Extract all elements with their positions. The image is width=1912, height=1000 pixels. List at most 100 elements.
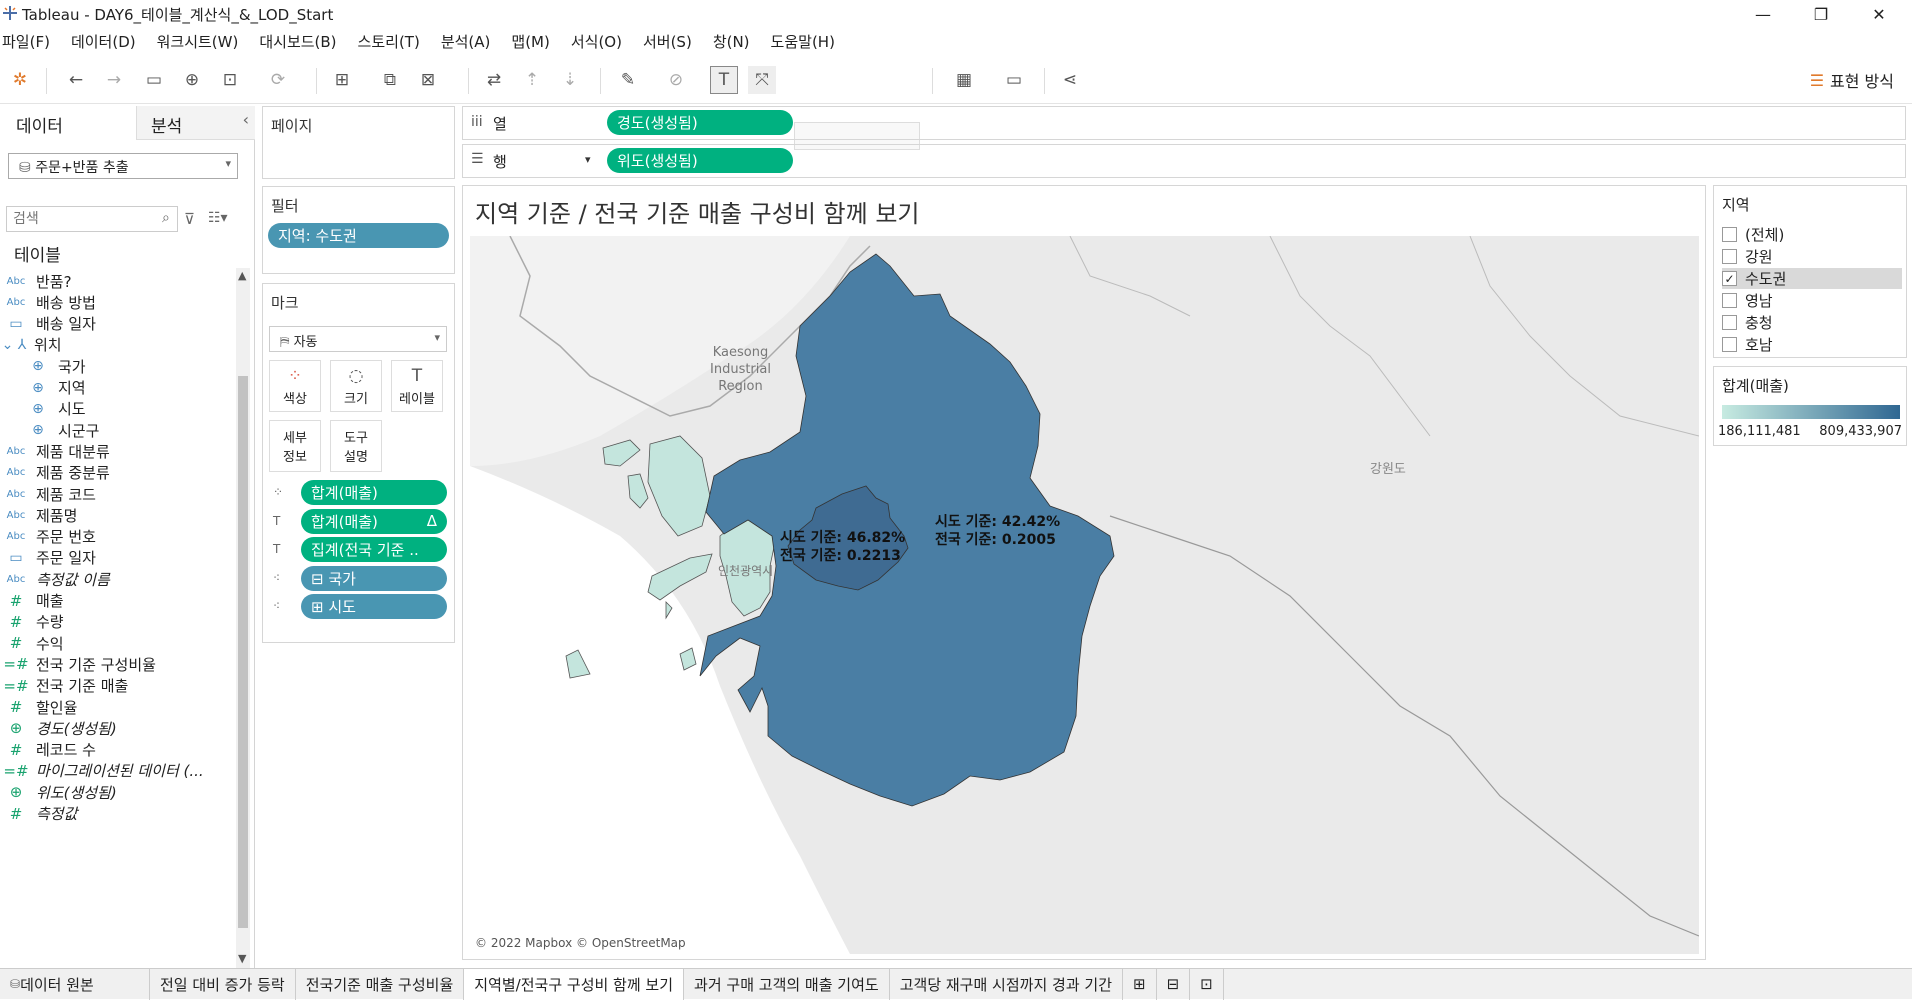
region-filter-item[interactable]: 강원 <box>1722 246 1902 267</box>
region-filter-item[interactable]: 충청 <box>1722 312 1902 333</box>
marks-label-button[interactable]: T 레이블 <box>391 360 443 412</box>
redo-icon[interactable]: → <box>100 66 128 94</box>
menu-item-10[interactable]: 도움말(H) <box>759 31 844 52</box>
menu-item-2[interactable]: 워크시트(W) <box>145 31 248 52</box>
rows-shelf[interactable]: ☰ 행 ▾ 위도(생성됨) <box>462 144 1906 178</box>
pause-update-icon[interactable]: ⊡ <box>216 66 244 94</box>
view-options-icon[interactable]: ☷▾ <box>208 210 228 226</box>
checkbox-unchecked[interactable] <box>1722 227 1737 242</box>
marks-color-button[interactable]: ⁘ 색상 <box>269 360 321 412</box>
filters-card[interactable]: 필터 지역: 수도권 <box>262 186 455 274</box>
scroll-down-icon[interactable]: ▼ <box>238 952 246 965</box>
filter-pill-region[interactable]: 지역: 수도권 <box>268 223 449 248</box>
rows-pill-latitude[interactable]: 위도(생성됨) <box>607 148 793 173</box>
marks-detail-button[interactable]: 세부 정보 <box>269 420 321 472</box>
duplicate-sheet-icon[interactable]: ⧉ <box>376 66 404 94</box>
new-datasource-icon[interactable]: ⊕ <box>178 66 206 94</box>
sales-legend-title: 합계(매출) <box>1722 377 1789 395</box>
region-filter-item[interactable]: 영남 <box>1722 290 1902 311</box>
mark-pill[interactable]: 합계(매출) <box>301 480 447 505</box>
close-button[interactable]: ✕ <box>1856 0 1902 28</box>
menu-item-9[interactable]: 창(N) <box>701 31 759 52</box>
menu-item-5[interactable]: 분석(A) <box>429 31 500 52</box>
marks-size-button[interactable]: ◌ 크기 <box>330 360 382 412</box>
map-view[interactable]: Kaesong Industrial Region 강원도 인천광역시 시도 기… <box>470 236 1699 954</box>
sales-legend-max: 809,433,907 <box>1819 424 1902 439</box>
new-sheet-icon[interactable]: ⊞ <box>328 66 356 94</box>
menu-item-8[interactable]: 서버(S) <box>631 31 701 52</box>
sheet-tab[interactable]: 과거 구매 고객의 매출 기여도 <box>684 968 890 1000</box>
detail-icon: ⁖ <box>273 570 281 585</box>
refresh-icon[interactable]: ⟳ <box>264 66 292 94</box>
undo-icon[interactable]: ← <box>62 66 90 94</box>
checkbox-unchecked[interactable] <box>1722 249 1737 264</box>
fix-axes-icon[interactable]: ⤧ <box>748 66 776 94</box>
region-filter-item[interactable]: ✓ 수도권 <box>1722 268 1902 289</box>
minimize-button[interactable]: — <box>1740 0 1786 28</box>
tab-analysis-label: 분석 <box>151 117 183 137</box>
highlight-icon[interactable]: ✎ <box>614 66 642 94</box>
mark-pill[interactable]: 합계(매출) Δ <box>301 508 447 534</box>
sales-color-legend: 합계(매출) 186,111,481 809,433,907 <box>1713 366 1907 446</box>
filter-icon[interactable]: ⊽ <box>184 210 195 228</box>
mark-type-label: 자동 <box>293 335 318 350</box>
presentation-icon[interactable]: ▭ <box>1000 66 1028 94</box>
swap-icon[interactable]: ⇄ <box>480 66 508 94</box>
region-filter-item[interactable]: (전체) <box>1722 224 1902 245</box>
mark-type-dropdown[interactable]: ⛿ 자동 ▾ <box>269 326 447 352</box>
collapse-pane-icon[interactable]: ‹ <box>243 110 249 129</box>
scrollbar-thumb[interactable] <box>238 376 248 928</box>
sheet-tab[interactable]: 고객당 재구매 시점까지 경과 기간 <box>890 968 1123 1000</box>
tab-analysis[interactable]: 분석 ‹ <box>136 106 255 140</box>
map-attribution[interactable]: © 2022 Mapbox © OpenStreetMap <box>475 936 686 950</box>
menu-item-0[interactable]: 파일(F) <box>0 31 59 52</box>
sort-asc-icon[interactable]: ⇡ <box>518 66 546 94</box>
region-filter-item[interactable]: 호남 <box>1722 334 1902 355</box>
cards-icon[interactable]: ▦ <box>950 66 978 94</box>
menu-item-7[interactable]: 서식(O) <box>559 31 631 52</box>
search-input[interactable] <box>6 206 178 232</box>
columns-shelf[interactable]: iii 열 경도(생성됨) <box>462 106 1906 140</box>
group-icon[interactable]: ⊘ <box>662 66 690 94</box>
restore-button[interactable]: ❐ <box>1798 0 1844 28</box>
region-filter-label: 충청 <box>1745 314 1773 332</box>
checkbox-unchecked[interactable] <box>1722 315 1737 330</box>
tab-data[interactable]: 데이터 <box>0 106 136 140</box>
sheet-tab[interactable]: 지역별/전국구 구성비 함께 보기 <box>464 968 685 1000</box>
menu-item-6[interactable]: 맵(M) <box>499 31 558 52</box>
tableau-home-icon[interactable]: ✲ <box>6 66 34 94</box>
checkbox-unchecked[interactable] <box>1722 293 1737 308</box>
mark-pill[interactable]: 집계(전국 기준 .. <box>301 537 447 562</box>
pages-card[interactable]: 페이지 <box>262 106 455 179</box>
checkbox-unchecked[interactable] <box>1722 337 1737 352</box>
tab-datasource[interactable]: ⛁ 데이터 원본 <box>0 968 150 1000</box>
menu-item-3[interactable]: 대시보드(B) <box>247 31 345 52</box>
menu-item-4[interactable]: 스토리(T) <box>346 31 429 52</box>
checkbox-checked[interactable]: ✓ <box>1722 271 1737 286</box>
mark-pill[interactable]: ⊞ 시도 <box>301 594 447 619</box>
menu-item-1[interactable]: 데이터(D) <box>59 31 145 52</box>
sort-desc-icon[interactable]: ⇣ <box>556 66 584 94</box>
mark-label-seoul: 시도 기준: 46.82% 전국 기준: 0.2213 <box>780 529 905 565</box>
scroll-up-icon[interactable]: ▲ <box>238 269 246 282</box>
rows-dropdown-icon[interactable]: ▾ <box>585 153 591 166</box>
columns-pill-longitude[interactable]: 경도(생성됨) <box>607 110 793 135</box>
new-dashboard-icon[interactable]: ⊟ <box>1157 968 1191 1000</box>
field-item[interactable]: # 측정값 <box>0 801 235 827</box>
marks-tooltip-button[interactable]: 도구 설명 <box>330 420 382 472</box>
show-labels-icon[interactable]: T <box>710 66 738 94</box>
save-icon[interactable]: ▭ <box>140 66 168 94</box>
map-mark-icon: ⛿ <box>280 335 294 350</box>
clear-sheet-icon[interactable]: ⊠ <box>414 66 442 94</box>
color-icon: ⁘ <box>287 365 303 386</box>
new-story-icon[interactable]: ⊡ <box>1190 968 1224 1000</box>
menu-bar: 파일(F) 데이터(D) 워크시트(W) 대시보드(B) 스토리(T) 분석(A) 맵(M)… <box>0 28 1912 54</box>
pages-title: 페이지 <box>271 117 313 135</box>
datasource-selector[interactable]: ⛁ 주문+반품 추출 ▾ <box>8 153 238 179</box>
share-icon[interactable]: ⋖ <box>1056 66 1084 94</box>
sheet-tab[interactable]: 전국기준 매출 구성비율 <box>296 968 465 1000</box>
new-worksheet-icon[interactable]: ⊞ <box>1123 968 1157 1000</box>
sheet-tab[interactable]: 전일 대비 증가 등락 <box>150 968 296 1000</box>
mark-pill[interactable]: ⊟ 국가 <box>301 565 447 591</box>
show-me-button[interactable]: ☰ 표현 방식 <box>1810 68 1894 92</box>
